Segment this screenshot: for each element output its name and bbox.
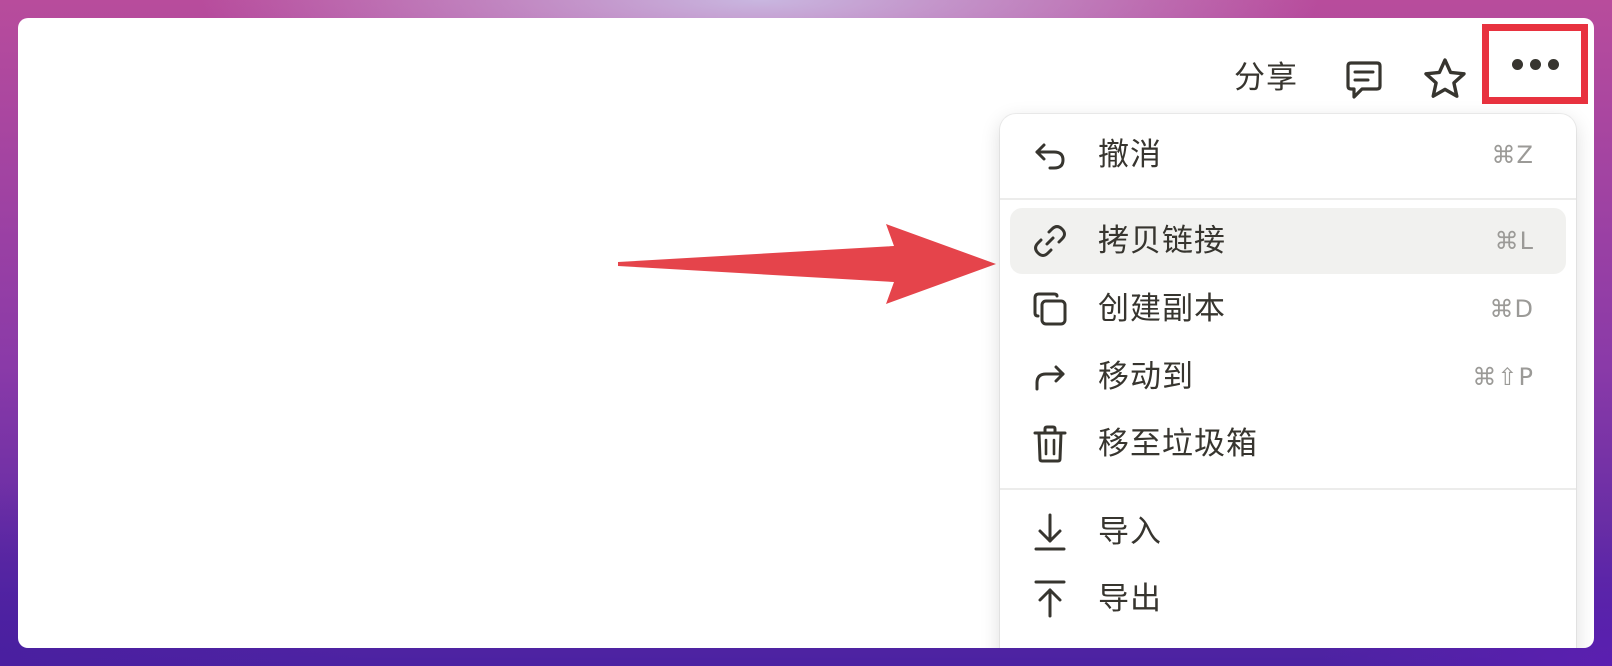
app-window: 分享 撤消 ⌘Z 拷贝链接 ⌘L 创建副本 ⌘D 移动到 ⌘⇧P 移至垃圾箱 导…: [18, 18, 1594, 648]
more-options-menu: 撤消 ⌘Z 拷贝链接 ⌘L 创建副本 ⌘D 移动到 ⌘⇧P 移至垃圾箱 导入 导…: [1000, 114, 1576, 648]
menu-item-label: 导出: [1098, 581, 1162, 617]
menu-item-label: 创建副本: [1098, 291, 1226, 327]
menu-item-move-to[interactable]: 移动到 ⌘⇧P: [1010, 344, 1566, 410]
menu-item-shortcut: ⌘D: [1489, 295, 1534, 323]
menu-item-label: 拷贝链接: [1098, 223, 1226, 259]
menu-item-shortcut: ⌘L: [1494, 227, 1534, 255]
share-button[interactable]: 分享: [1234, 58, 1298, 98]
menu-item-move-to-trash[interactable]: 移至垃圾箱: [1010, 411, 1566, 477]
move-to-icon: [1030, 357, 1070, 397]
menu-item-shortcut: ⌘⇧P: [1472, 363, 1534, 391]
link-icon: [1030, 221, 1070, 261]
menu-divider: [1000, 488, 1576, 490]
menu-item-shortcut: ⌘Z: [1491, 141, 1534, 169]
trash-icon: [1030, 424, 1070, 464]
comment-icon: [1346, 61, 1382, 99]
undo-icon: [1030, 135, 1070, 175]
import-icon: [1030, 512, 1070, 552]
menu-item-label: 移至垃圾箱: [1098, 426, 1258, 462]
star-icon: [1424, 58, 1466, 98]
export-icon: [1030, 579, 1070, 619]
menu-item-label: 导入: [1098, 514, 1162, 550]
menu-divider: [1000, 198, 1576, 200]
menu-item-copy-link[interactable]: 拷贝链接 ⌘L: [1010, 208, 1566, 274]
comment-button[interactable]: [1338, 54, 1390, 106]
menu-item-import[interactable]: 导入: [1010, 499, 1566, 565]
menu-item-duplicate[interactable]: 创建副本 ⌘D: [1010, 276, 1566, 342]
menu-item-label: 撤消: [1098, 137, 1162, 173]
favorite-button[interactable]: [1418, 52, 1472, 106]
more-horizontal-icon: [1511, 58, 1559, 70]
more-options-button[interactable]: [1482, 24, 1588, 104]
menu-item-undo[interactable]: 撤消 ⌘Z: [1010, 122, 1566, 188]
menu-item-export[interactable]: 导出: [1010, 566, 1566, 632]
menu-item-label: 移动到: [1098, 359, 1194, 395]
annotation-arrow: [618, 224, 996, 304]
duplicate-icon: [1030, 289, 1070, 329]
